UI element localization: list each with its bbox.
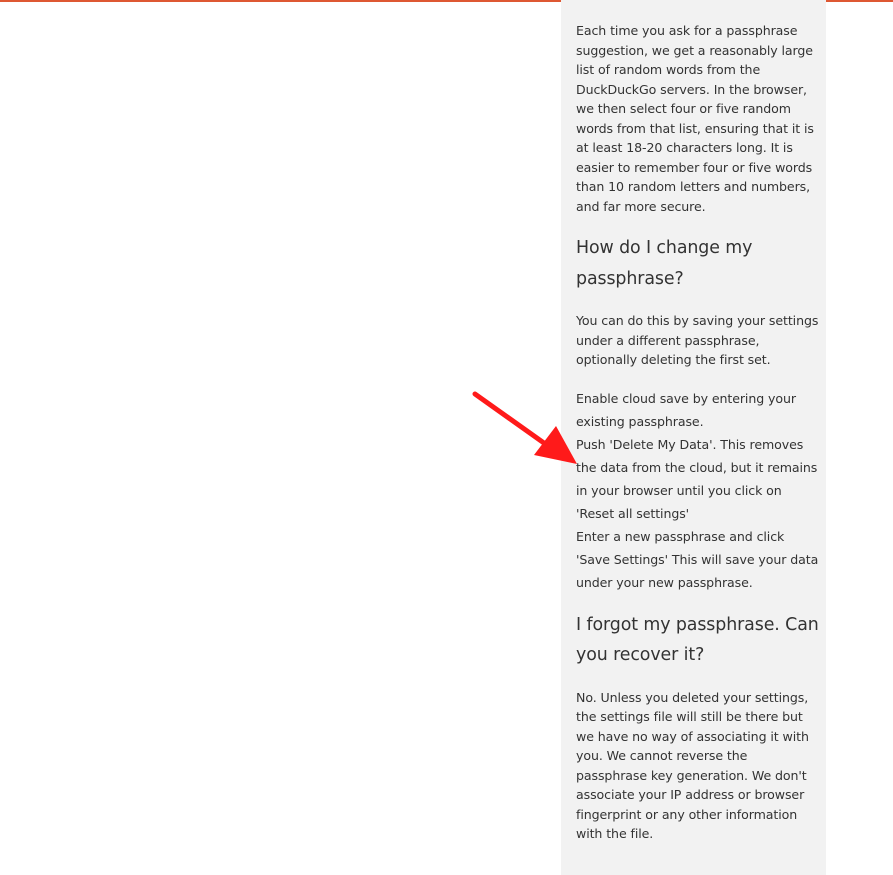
forgot-passphrase-heading: I forgot my passphrase. Can you recover …	[576, 614, 819, 666]
faq-panel: Each time you ask for a passphrase sugge…	[561, 0, 826, 875]
step-delete-my-data: Push 'Delete My Data'. This removes the …	[576, 436, 818, 521]
change-passphrase-heading: How do I change my passphrase?	[576, 238, 753, 289]
step-enable-cloud-save: Enable cloud save by entering your exist…	[576, 390, 796, 429]
step-save-settings: Enter a new passphrase and click 'Save S…	[576, 528, 819, 590]
change-passphrase-steps: Enable cloud save by entering your exist…	[576, 387, 821, 594]
forgot-passphrase-paragraph: No. Unless you deleted your settings, th…	[576, 689, 809, 842]
change-passphrase-paragraph: You can do this by saving your settings …	[576, 313, 819, 367]
annotation-arrow-shaft	[472, 391, 554, 451]
passphrase-suggestion-paragraph: Each time you ask for a passphrase sugge…	[576, 23, 814, 214]
